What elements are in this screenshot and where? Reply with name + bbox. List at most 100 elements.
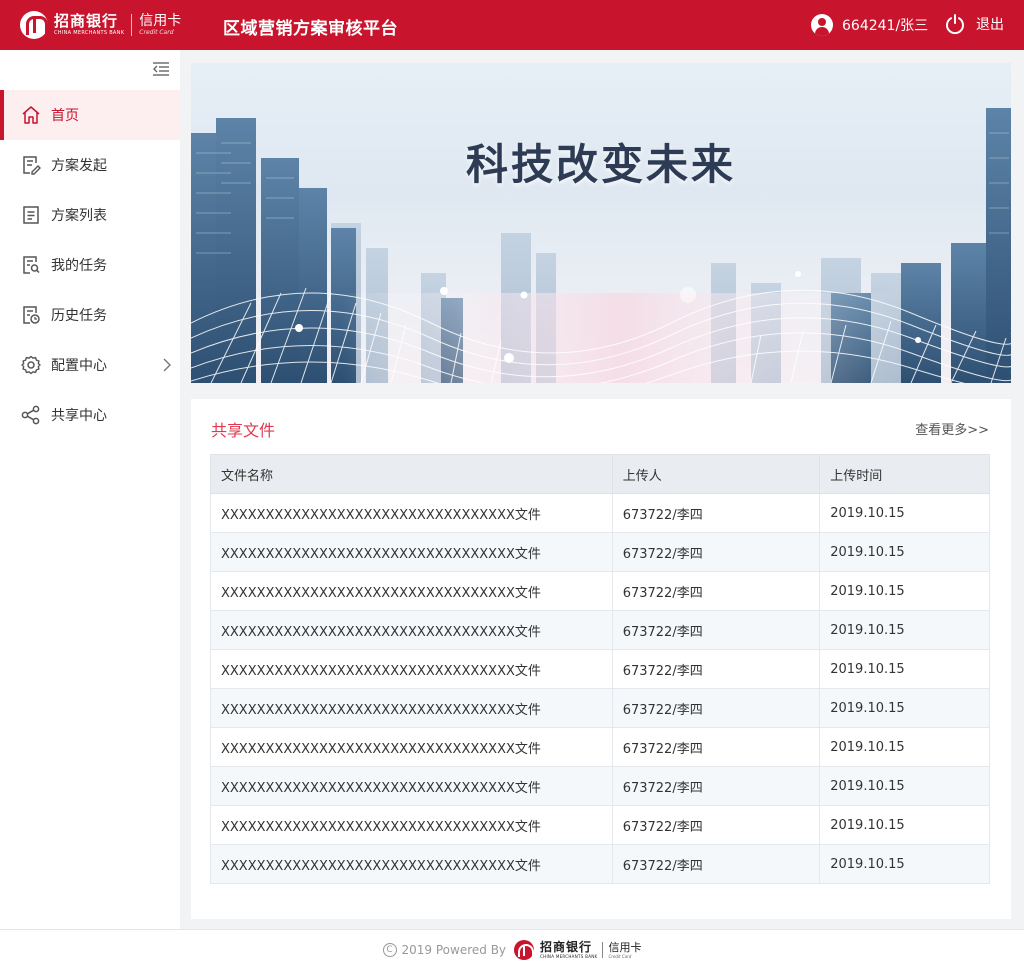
sidebar: 首页 方案发起 方案列表 我的任务 历史任务 配置中心 共享中心 [0,50,180,929]
uploader-cell: 673722/李四 [611,532,821,572]
credit-card-en: Credit Card [139,29,174,36]
power-icon [946,14,964,35]
table-row[interactable]: XXXXXXXXXXXXXXXXXXXXXXXXXXXXXXXXX文件 67372… [210,766,990,806]
upload-time-cell: 2019.10.15 [819,766,990,806]
sidebar-item-label: 首页 [51,108,79,124]
brand-name-en: CHINA MERCHANTS BANK [54,30,125,36]
sidebar-item-plan-list[interactable]: 方案列表 [0,190,180,240]
page-footer: C 2019 Powered By 招商银行 CHINA MERCHANTS B… [0,929,1024,970]
logout-label: 退出 [976,17,1004,33]
table-row[interactable]: XXXXXXXXXXXXXXXXXXXXXXXXXXXXXXXXX文件 67372… [210,571,990,611]
table-row[interactable]: XXXXXXXXXXXXXXXXXXXXXXXXXXXXXXXXX文件 67372… [210,727,990,767]
top-header: 招商银行 CHINA MERCHANTS BANK 信用卡 Credit Car… [0,0,1024,50]
table-row[interactable]: XXXXXXXXXXXXXXXXXXXXXXXXXXXXXXXXX文件 67372… [210,649,990,689]
list-document-icon [23,206,39,224]
shared-files-panel: 共享文件 查看更多>> 文件名称 上传人 上传时间 XXXXXXXXXXXXXX… [191,399,1011,919]
table-row[interactable]: XXXXXXXXXXXXXXXXXXXXXXXXXXXXXXXXX文件 67372… [210,532,990,572]
user-name: 664241/张三 [842,18,929,34]
panel-title: 共享文件 [211,421,276,440]
credit-card-label: 信用卡 Credit Card [139,14,181,36]
cmb-logo-icon [20,11,48,39]
table-header-row: 文件名称 上传人 上传时间 [210,454,990,494]
copyright-icon: C [382,943,397,957]
file-name-cell: XXXXXXXXXXXXXXXXXXXXXXXXXXXXXXXXX文件 [210,649,613,689]
user-info[interactable]: 664241/张三 [811,14,928,36]
upload-time-cell: 2019.10.15 [819,532,990,572]
upload-time-cell: 2019.10.15 [819,649,990,689]
column-header-upload-time: 上传时间 [819,454,990,494]
sidebar-menu: 首页 方案发起 方案列表 我的任务 历史任务 配置中心 共享中心 [0,90,180,440]
sidebar-item-label: 方案列表 [51,208,107,224]
brand-name-cn: 招商银行 [54,12,119,30]
footer-credit-card-en: Credit Card [608,953,632,959]
brand-logo[interactable]: 招商银行 CHINA MERCHANTS BANK 信用卡 Credit Car… [20,9,181,41]
collapse-menu-icon[interactable] [152,61,170,77]
footer-brand-name-en: CHINA MERCHANTS BANK [540,954,598,959]
upload-time-cell: 2019.10.15 [819,688,990,728]
uploader-cell: 673722/李四 [611,571,821,611]
file-name-cell: XXXXXXXXXXXXXXXXXXXXXXXXXXXXXXXXX文件 [210,766,613,806]
file-name-cell: XXXXXXXXXXXXXXXXXXXXXXXXXXXXXXXXX文件 [210,493,613,533]
uploader-cell: 673722/李四 [611,805,821,845]
view-more-link[interactable]: 查看更多>> [915,419,989,438]
sidebar-item-share-center[interactable]: 共享中心 [0,390,180,440]
upload-time-cell: 2019.10.15 [819,805,990,845]
chevron-right-icon [163,358,171,372]
uploader-cell: 673722/李四 [611,649,821,689]
history-document-icon [23,306,40,324]
gear-icon [21,355,41,375]
sidebar-item-label: 历史任务 [51,308,107,324]
uploader-cell: 673722/李四 [611,727,821,767]
uploader-cell: 673722/李四 [611,493,821,533]
upload-time-cell: 2019.10.15 [819,493,990,533]
shared-files-table: 文件名称 上传人 上传时间 XXXXXXXXXXXXXXXXXXXXXXXXXX… [210,454,990,884]
file-name-cell: XXXXXXXXXXXXXXXXXXXXXXXXXXXXXXXXX文件 [210,610,613,650]
table-row[interactable]: XXXXXXXXXXXXXXXXXXXXXXXXXXXXXXXXX文件 67372… [210,688,990,728]
cmb-logo-icon [514,940,535,960]
edit-document-icon [23,156,41,175]
file-name-cell: XXXXXXXXXXXXXXXXXXXXXXXXXXXXXXXXX文件 [210,844,613,884]
table-row[interactable]: XXXXXXXXXXXXXXXXXXXXXXXXXXXXXXXXX文件 67372… [210,805,990,845]
uploader-cell: 673722/李四 [611,688,821,728]
logout-button[interactable]: 退出 [944,13,1004,35]
sidebar-item-label: 共享中心 [51,408,107,424]
sidebar-item-plan-create[interactable]: 方案发起 [0,140,180,190]
footer-brand-name: 招商银行 CHINA MERCHANTS BANK [540,941,597,959]
upload-time-cell: 2019.10.15 [819,610,990,650]
app-title: 区域营销方案审核平台 [223,19,398,39]
hero-banner: 科技改变未来 [191,63,1011,383]
task-search-icon [23,256,40,274]
uploader-cell: 673722/李四 [611,766,821,806]
logo-divider [602,942,604,958]
file-name-cell: XXXXXXXXXXXXXXXXXXXXXXXXXXXXXXXXX文件 [210,532,613,572]
sidebar-item-my-tasks[interactable]: 我的任务 [0,240,180,290]
column-header-uploader: 上传人 [611,454,821,494]
city-skyline-illustration [191,108,1011,383]
file-name-cell: XXXXXXXXXXXXXXXXXXXXXXXXXXXXXXXXX文件 [210,805,613,845]
sidebar-item-label: 方案发起 [51,158,107,174]
user-avatar-icon [811,14,833,36]
file-name-cell: XXXXXXXXXXXXXXXXXXXXXXXXXXXXXXXXX文件 [210,688,613,728]
footer-brand-logo: 招商银行 CHINA MERCHANTS BANK 信用卡 Credit Car… [514,940,641,960]
credit-card-cn: 信用卡 [139,13,182,29]
file-name-cell: XXXXXXXXXXXXXXXXXXXXXXXXXXXXXXXXX文件 [210,571,613,611]
uploader-cell: 673722/李四 [611,610,821,650]
sidebar-item-label: 配置中心 [51,358,107,374]
table-row[interactable]: XXXXXXXXXXXXXXXXXXXXXXXXXXXXXXXXX文件 67372… [210,493,990,533]
banner-slogan: 科技改变未来 [465,140,736,189]
footer-credit-card-cn: 信用卡 [608,940,642,954]
upload-time-cell: 2019.10.15 [819,727,990,767]
footer-credit-card-label: 信用卡 Credit Card [608,942,641,959]
column-header-file-name: 文件名称 [210,454,613,494]
sidebar-item-home[interactable]: 首页 [0,90,180,140]
share-icon [21,405,40,425]
sidebar-item-history-tasks[interactable]: 历史任务 [0,290,180,340]
footer-brand-name-cn: 招商银行 [540,940,593,954]
upload-time-cell: 2019.10.15 [819,844,990,884]
sidebar-item-config-center[interactable]: 配置中心 [0,340,180,390]
table-body: XXXXXXXXXXXXXXXXXXXXXXXXXXXXXXXXX文件 67372… [210,493,990,884]
footer-text: 2019 Powered By [401,943,507,957]
brand-name: 招商银行 CHINA MERCHANTS BANK [54,14,124,36]
table-row[interactable]: XXXXXXXXXXXXXXXXXXXXXXXXXXXXXXXXX文件 67372… [210,610,990,650]
table-row[interactable]: XXXXXXXXXXXXXXXXXXXXXXXXXXXXXXXXX文件 67372… [210,844,990,884]
